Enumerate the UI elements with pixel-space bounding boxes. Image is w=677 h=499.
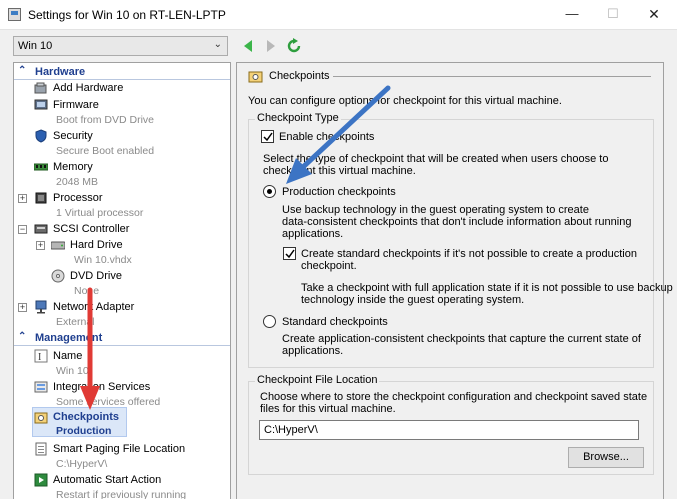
sidebar-item-processor[interactable]: + Processor 1 Virtual processor (14, 191, 230, 221)
check-icon (263, 132, 273, 142)
network-adapter-icon (35, 300, 47, 314)
enable-checkpoints-label[interactable]: Enable checkpoints (279, 131, 374, 143)
window-title: Settings for Win 10 on RT-LEN-LPTP (28, 8, 226, 22)
title-divider (333, 76, 651, 77)
sidebar-item-smart-paging[interactable]: Smart Paging File Location C:\HyperV\ (14, 442, 230, 472)
fallback-standard-label-1[interactable]: Create standard checkpoints if it's not … (301, 248, 637, 260)
expand-icon[interactable]: + (18, 303, 27, 312)
sidebar-item-scsi-controller[interactable]: − SCSI Controller (14, 222, 230, 237)
forward-arrow-icon[interactable] (262, 37, 280, 55)
vm-select-dropdown[interactable]: Win 10 ⌄ (13, 36, 228, 56)
production-checkpoints-label[interactable]: Production checkpoints (282, 186, 396, 198)
browse-button[interactable]: Browse... (568, 447, 644, 468)
location-desc-1: Choose where to store the checkpoint con… (260, 391, 648, 403)
hard-drive-icon (51, 241, 65, 250)
vm-select-value: Win 10 (18, 40, 53, 52)
enable-checkpoints-checkbox[interactable] (261, 130, 274, 143)
sidebar-item-security[interactable]: Security Secure Boot enabled (14, 129, 230, 159)
expand-icon[interactable]: + (36, 241, 45, 250)
checkpoint-location-group-title: Checkpoint File Location (255, 374, 380, 386)
memory-icon (34, 163, 48, 171)
expand-icon[interactable]: + (18, 194, 27, 203)
integration-services-icon (34, 381, 48, 393)
firmware-icon (34, 99, 48, 110)
sidebar-item-checkpoints[interactable]: Checkpoints Production (14, 410, 230, 440)
settings-app-icon (8, 8, 21, 21)
sidebar-item-add-hardware[interactable]: Add Hardware (14, 81, 230, 96)
standard-desc-2: applications. (282, 345, 344, 357)
name-icon: I (34, 349, 48, 363)
add-hardware-icon (34, 82, 47, 94)
panel-title: Checkpoints (269, 70, 330, 82)
maximize-button[interactable]: ☐ (597, 3, 629, 25)
select-type-text-1: Select the type of checkpoint that will … (263, 153, 609, 165)
production-desc-2: data-consistent checkpoints that don't i… (282, 216, 632, 228)
production-checkpoints-radio[interactable] (263, 185, 276, 198)
fallback-standard-label-2[interactable]: checkpoint. (301, 260, 357, 272)
production-desc-3: applications. (282, 228, 344, 240)
sidebar-item-integration-services[interactable]: Integration Services Some services offer… (14, 380, 230, 410)
checkpoints-icon (248, 71, 263, 83)
standard-desc-1: Create application-consistent checkpoint… (282, 333, 641, 345)
processor-icon (35, 192, 47, 204)
production-desc-1: Use backup technology in the guest opera… (282, 204, 589, 216)
collapse-icon: ⌃ (18, 65, 27, 76)
shield-icon (35, 129, 47, 143)
automatic-start-icon (34, 473, 48, 487)
management-section-header[interactable]: ⌃ Management (14, 331, 230, 346)
select-type-text-2: checkpoint this virtual machine. (263, 165, 416, 177)
checkpoints-icon (34, 412, 48, 424)
intro-text: You can configure options for checkpoint… (248, 95, 562, 107)
fallback-standard-checkbox[interactable] (283, 247, 296, 260)
standard-checkpoints-label[interactable]: Standard checkpoints (282, 316, 388, 328)
collapse-icon: ⌃ (18, 331, 27, 342)
check-icon (285, 249, 295, 259)
location-desc-2: files for this virtual machine. (260, 403, 396, 415)
sidebar-item-dvd-drive[interactable]: DVD Drive None (14, 269, 230, 299)
sidebar-item-name[interactable]: I Name Win 10 (14, 349, 230, 379)
minimize-button[interactable]: — (556, 3, 588, 25)
standard-note-2: technology inside the guest operating sy… (301, 294, 525, 306)
sidebar-item-memory[interactable]: Memory 2048 MB (14, 160, 230, 190)
sidebar-item-automatic-start-action[interactable]: Automatic Start Action Restart if previo… (14, 473, 230, 499)
checkpoint-path-input[interactable]: C:\HyperV\ (259, 420, 639, 440)
smart-paging-icon (35, 442, 47, 456)
scsi-controller-icon (34, 224, 48, 234)
sidebar-item-network-adapter[interactable]: + Network Adapter External (14, 300, 230, 330)
sidebar-item-hard-drive[interactable]: + Hard Drive Win 10.vhdx (14, 238, 230, 268)
sidebar-item-firmware[interactable]: Firmware Boot from DVD Drive (14, 98, 230, 128)
close-button[interactable]: ✕ (638, 3, 670, 25)
dvd-drive-icon (51, 269, 65, 283)
settings-tree: ⌃ Hardware Add Hardware Firmware Boot fr… (13, 62, 231, 499)
hardware-section-header[interactable]: ⌃ Hardware (14, 65, 230, 80)
collapse-icon[interactable]: − (18, 225, 27, 234)
standard-note-1: Take a checkpoint with full application … (301, 282, 673, 294)
chevron-down-icon: ⌄ (213, 39, 222, 50)
title-bar: Settings for Win 10 on RT-LEN-LPTP — ☐ ✕ (0, 0, 677, 30)
checkpoint-type-group-title: Checkpoint Type (255, 112, 341, 124)
standard-checkpoints-radio[interactable] (263, 315, 276, 328)
svg-text:I: I (38, 352, 41, 363)
refresh-icon[interactable] (285, 37, 303, 55)
back-arrow-icon[interactable] (239, 37, 257, 55)
